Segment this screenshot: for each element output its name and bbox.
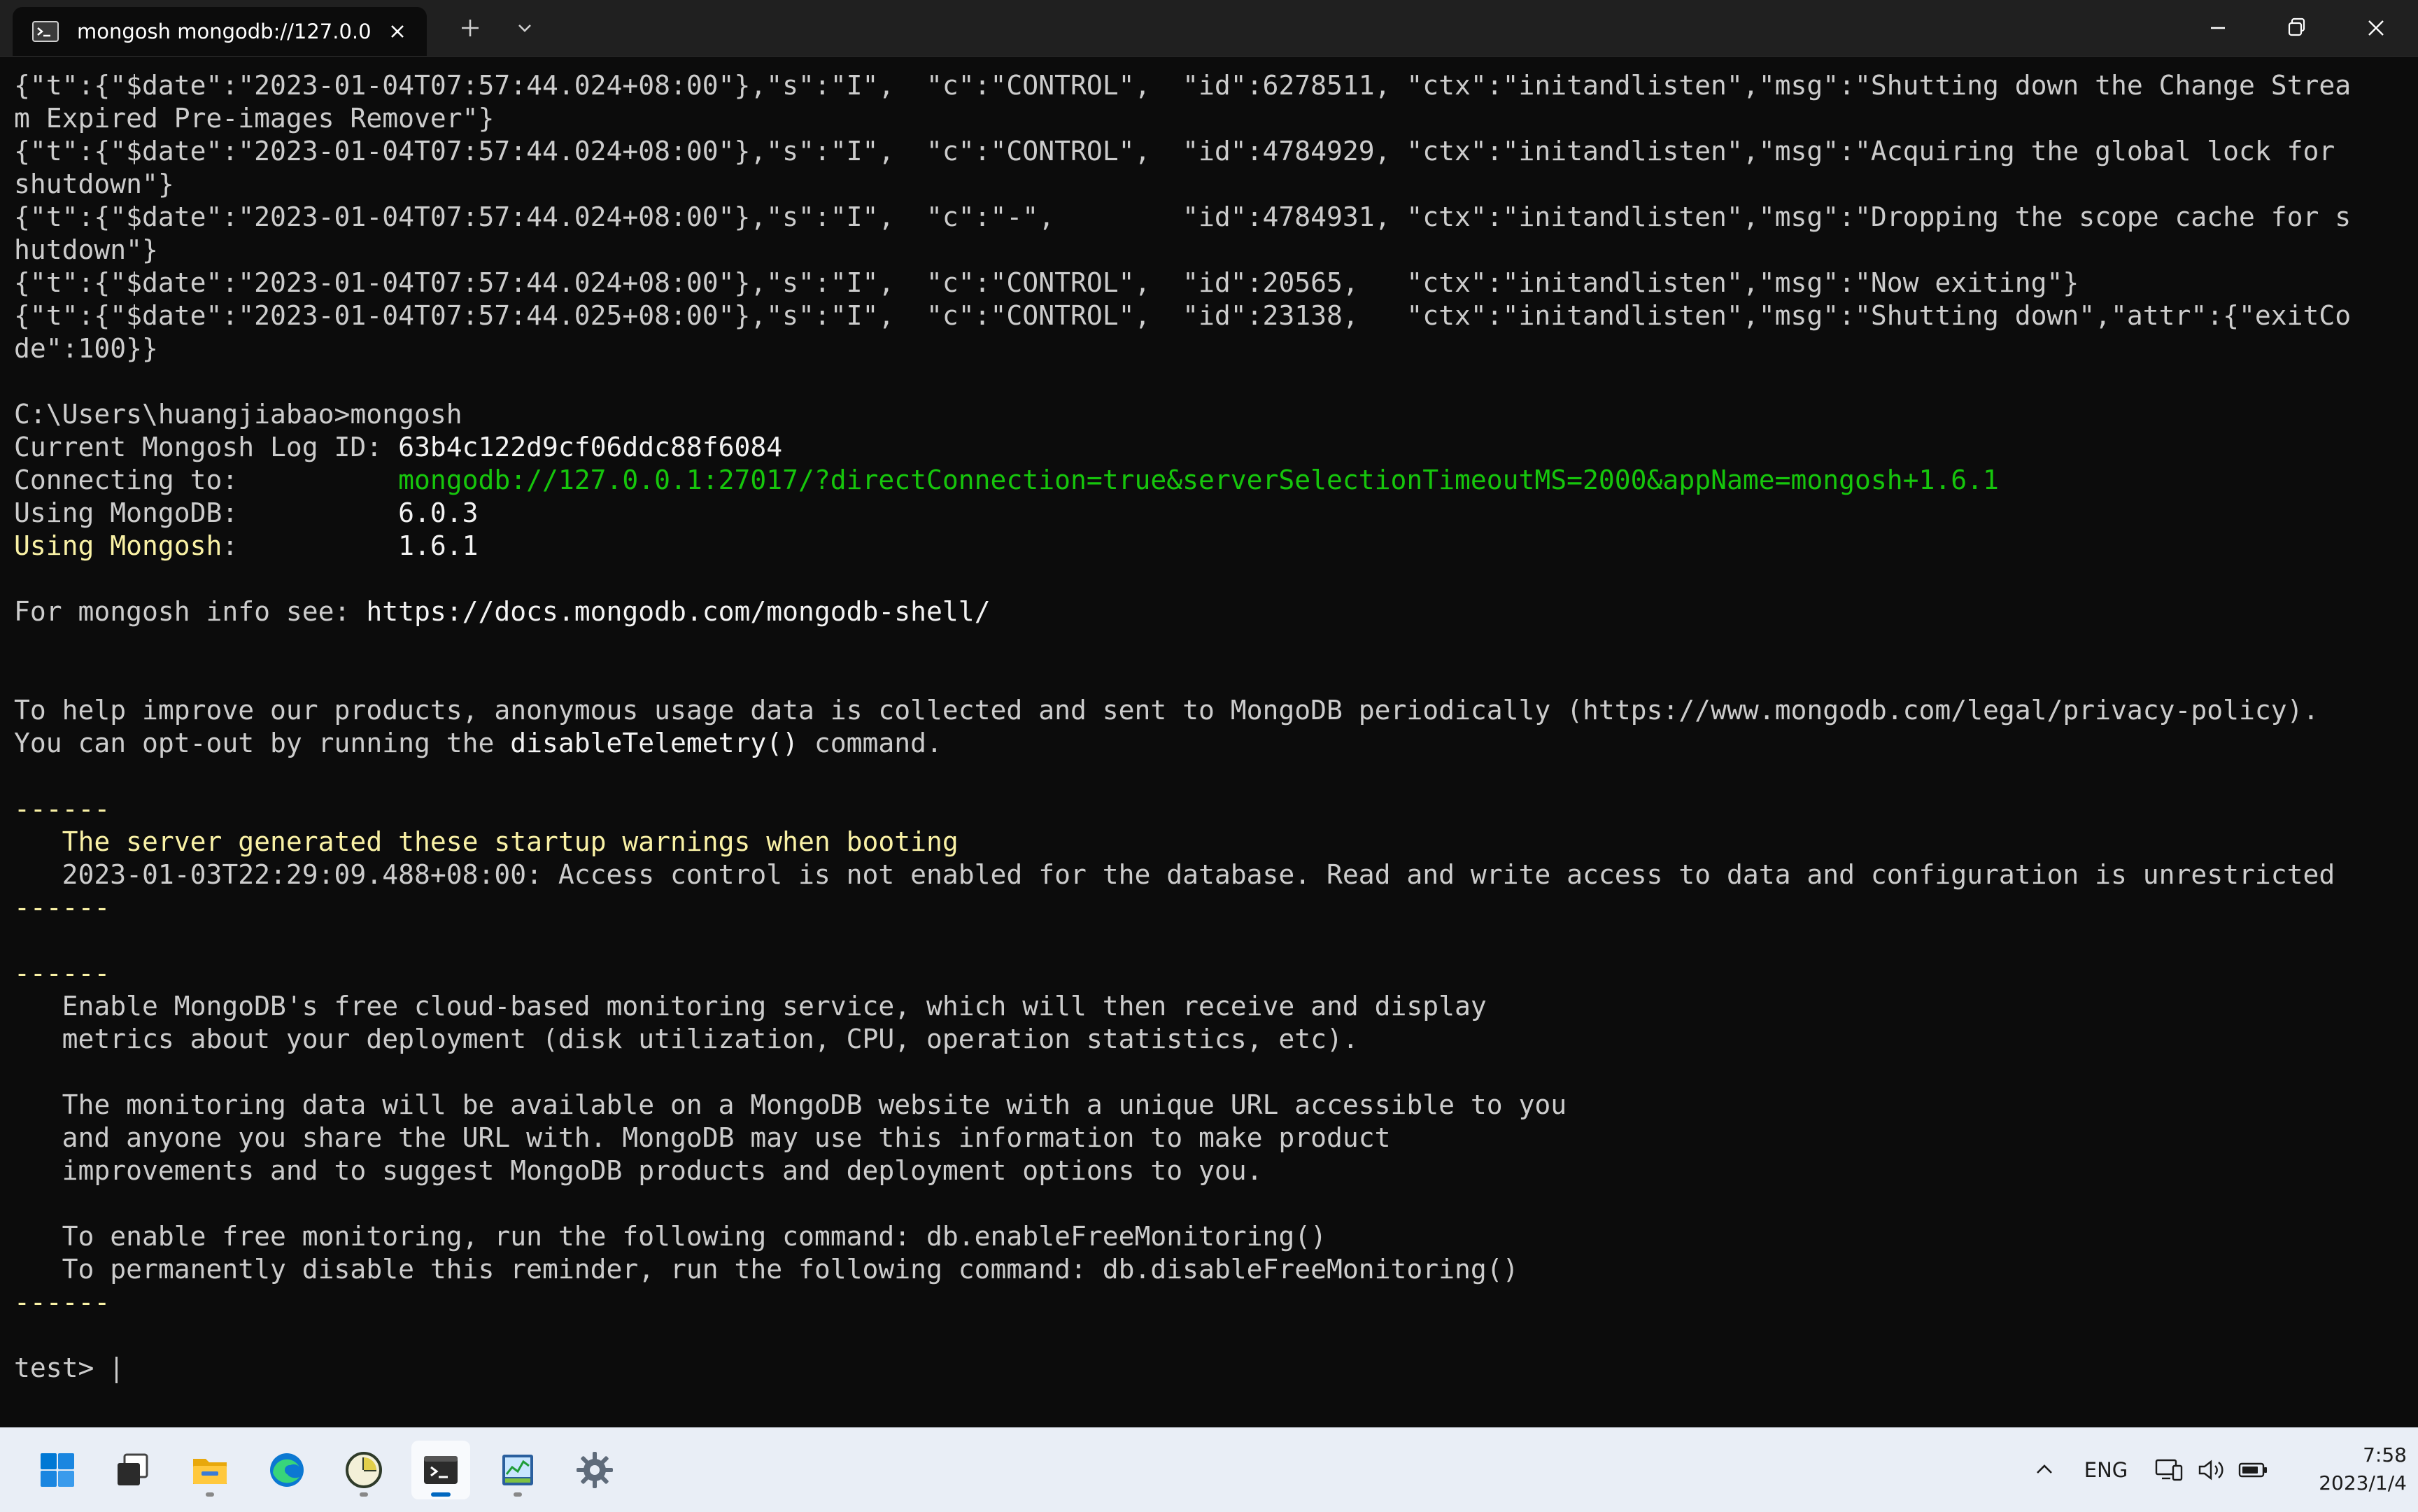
text-cursor — [115, 1356, 118, 1383]
settings-gear-icon — [577, 1452, 613, 1488]
mongodb-label: Using MongoDB: — [14, 497, 399, 528]
tab-title: mongosh mongodb://127.0.0. — [77, 20, 371, 43]
running-indicator — [514, 1492, 522, 1497]
log-id-line: Current Mongosh Log ID: 63b4c122d9cf06dd… — [14, 431, 2393, 464]
mongosh-colon: : — [222, 530, 399, 561]
mongosh-version-line: Using Mongosh: 1.6.1 — [14, 530, 2393, 563]
chart-app-button[interactable] — [488, 1441, 547, 1499]
settings-button[interactable] — [565, 1441, 624, 1499]
title-bar[interactable]: mongosh mongodb://127.0.0. — [0, 0, 2418, 57]
monitoring-line: To enable free monitoring, run the follo… — [14, 1221, 1327, 1252]
warning-heading: The server generated these startup warni… — [14, 826, 959, 857]
monitoring-line: metrics about your deployment (disk util… — [14, 1024, 1359, 1054]
minimize-icon[interactable] — [2179, 0, 2257, 56]
monitoring-line — [14, 1187, 2393, 1220]
network-icon[interactable] — [2152, 1453, 2186, 1487]
restore-icon[interactable] — [2257, 0, 2335, 56]
info-url: https://docs.mongodb.com/mongodb-shell/ — [366, 596, 991, 627]
connecting-line: Connecting to: mongodb://127.0.0.1:27017… — [14, 464, 2393, 497]
log-id-label: Current Mongosh Log ID: — [14, 432, 399, 462]
taskbar: ENG 7:58 2023/1/4 — [0, 1427, 2418, 1512]
connection-url: mongodb://127.0.0.1:27017/?directConnect… — [398, 465, 1999, 495]
log-id-value: 63b4c122d9cf06ddc88f6084 — [398, 432, 783, 462]
window-close-icon[interactable] — [2337, 0, 2415, 56]
monitoring-line: The monitoring data will be available on… — [14, 1089, 1567, 1120]
mongosh-version: 1.6.1 — [398, 530, 479, 561]
terminal-tab-icon — [32, 21, 59, 42]
shell-prompt-line[interactable]: test> — [14, 1352, 2393, 1385]
log-line: {"t":{"$date":"2023-01-04T07:57:44.024+0… — [14, 267, 2079, 298]
log-line: de":100}} — [14, 333, 158, 364]
clock-app-button[interactable] — [334, 1441, 393, 1499]
terminal-icon — [424, 1456, 458, 1484]
log-line: m Expired Pre-images Remover"} — [14, 103, 495, 134]
log-line: hutdown"} — [14, 234, 158, 265]
task-view-icon — [118, 1453, 148, 1485]
log-line: shutdown"} — [14, 169, 174, 199]
info-label: For mongosh info see: — [14, 596, 367, 627]
mongodb-version-line: Using MongoDB: 6.0.3 — [14, 497, 2393, 530]
warning-line: 2023-01-03T22:29:09.488+08:00: Access co… — [14, 859, 2335, 890]
separator: ------ — [14, 958, 111, 989]
separator: ------ — [14, 892, 111, 923]
connecting-label: Connecting to: — [14, 465, 399, 495]
task-view-button[interactable] — [104, 1441, 162, 1499]
log-line: {"t":{"$date":"2023-01-04T07:57:44.025+0… — [14, 300, 2352, 331]
edge-browser-button[interactable] — [257, 1441, 316, 1499]
running-indicator — [360, 1492, 368, 1497]
disable-telemetry-command: disableTelemetry() — [510, 728, 799, 758]
active-indicator — [431, 1492, 451, 1497]
start-button[interactable] — [28, 1441, 87, 1499]
edge-browser-icon — [270, 1453, 304, 1487]
monitoring-line: and anyone you share the URL with. Mongo… — [14, 1122, 1391, 1153]
command-line: C:\Users\huangjiabao>mongosh — [14, 399, 462, 430]
monitoring-line — [14, 1056, 2393, 1089]
info-line: For mongosh info see: https://docs.mongo… — [14, 595, 2393, 628]
telemetry-text: You can opt-out by running the — [14, 728, 511, 758]
telemetry-line: To help improve our products, anonymous … — [14, 695, 2319, 726]
log-line: {"t":{"$date":"2023-01-04T07:57:44.024+0… — [14, 136, 2335, 167]
log-line: {"t":{"$date":"2023-01-04T07:57:44.024+0… — [14, 202, 2352, 232]
input-language[interactable]: ENG — [2079, 1456, 2133, 1484]
file-explorer-icon — [193, 1459, 227, 1484]
clock-app-icon — [346, 1452, 382, 1488]
tray-chevron-up-icon[interactable] — [2028, 1453, 2061, 1487]
separator: ------ — [14, 1287, 111, 1317]
shell-prompt: test> — [14, 1352, 111, 1383]
windows-start-icon — [41, 1453, 74, 1487]
new-tab-plus-icon[interactable] — [452, 10, 488, 46]
chart-app-icon — [502, 1455, 533, 1485]
battery-icon[interactable] — [2236, 1453, 2270, 1487]
clock-date[interactable]: 2023/1/4 — [2281, 1470, 2407, 1497]
mongodb-version: 6.0.3 — [398, 497, 479, 528]
monitoring-line: improvements and to suggest MongoDB prod… — [14, 1155, 1263, 1186]
terminal-tab[interactable]: mongosh mongodb://127.0.0. — [13, 7, 427, 56]
monitoring-line: Enable MongoDB's free cloud-based monito… — [14, 991, 1487, 1022]
terminal-output[interactable]: {"t":{"$date":"2023-01-04T07:57:44.024+0… — [0, 57, 2418, 1427]
separator: ------ — [14, 793, 111, 824]
file-explorer-button[interactable] — [181, 1441, 239, 1499]
terminal-button[interactable] — [411, 1441, 470, 1499]
telemetry-text: command. — [798, 728, 942, 758]
volume-icon[interactable] — [2194, 1453, 2228, 1487]
tab-close-icon[interactable] — [383, 17, 411, 45]
telemetry-optout-line: You can opt-out by running the disableTe… — [14, 727, 2393, 760]
monitoring-line: To permanently disable this reminder, ru… — [14, 1254, 1519, 1285]
running-indicator — [206, 1492, 214, 1497]
tab-dropdown-chevron-icon[interactable] — [507, 10, 543, 46]
log-line: {"t":{"$date":"2023-01-04T07:57:44.024+0… — [14, 70, 2352, 101]
clock-time[interactable]: 7:58 — [2281, 1442, 2407, 1469]
mongosh-label: Using Mongosh — [14, 530, 222, 561]
